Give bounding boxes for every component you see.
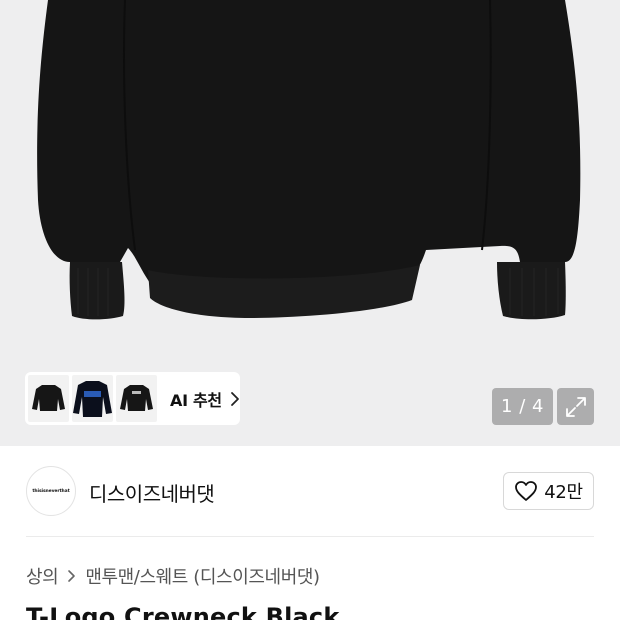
divider xyxy=(26,536,594,537)
image-pager: 1 / 4 xyxy=(492,388,553,425)
expand-icon xyxy=(565,396,586,417)
recommend-thumbnail[interactable] xyxy=(116,375,157,422)
breadcrumb-category[interactable]: 상의 xyxy=(26,563,59,589)
recommend-thumbnail[interactable] xyxy=(28,375,69,422)
expand-button[interactable] xyxy=(557,388,594,425)
ai-recommend-label: AI 추천 xyxy=(170,390,222,410)
breadcrumb-subcategory[interactable]: 맨투맨/스웨트 (디스이즈네버댓) xyxy=(85,563,320,589)
ai-recommend-button[interactable]: AI 추천 xyxy=(25,372,240,425)
like-count: 42만 xyxy=(544,482,583,503)
brand-logo-text: thisisneverthat xyxy=(32,488,70,494)
product-image-carousel[interactable]: AI 추천 1 / 4 xyxy=(0,0,620,446)
chevron-right-icon xyxy=(230,391,239,406)
heart-icon xyxy=(515,481,538,501)
brand-row: thisisneverthat 디스이즈네버댓 42만 xyxy=(26,466,594,516)
like-button[interactable]: 42만 xyxy=(503,472,594,510)
chevron-right-icon xyxy=(68,570,76,582)
recommend-thumbnail[interactable] xyxy=(72,375,113,422)
brand-name-link[interactable]: 디스이즈네버댓 xyxy=(89,478,215,507)
product-title: T-Logo Crewneck Black xyxy=(26,603,340,620)
brand-logo[interactable]: thisisneverthat xyxy=(26,466,76,516)
breadcrumb: 상의 맨투맨/스웨트 (디스이즈네버댓) xyxy=(26,563,320,589)
